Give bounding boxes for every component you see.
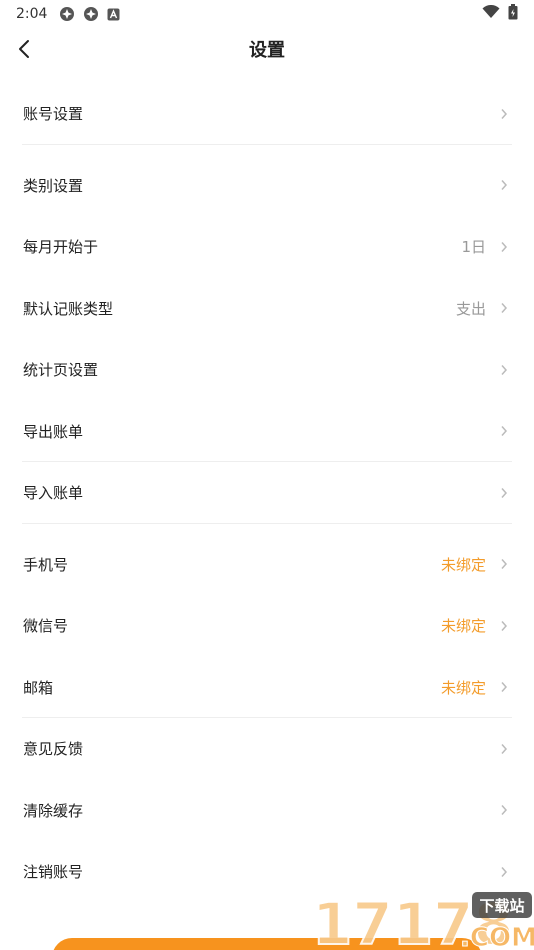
wifi-icon: [482, 4, 500, 23]
chevron-right-icon: [500, 108, 508, 120]
divider: [22, 522, 512, 524]
site-watermark-logo: 17178 下载站 .COM: [311, 889, 534, 950]
settings-item-label: 微信号: [23, 617, 69, 636]
email-binding-status: 未绑定: [440, 678, 486, 697]
default-type-value: 支出: [455, 299, 486, 318]
settings-item-label: 导出账单: [23, 422, 84, 441]
app-header: 设置: [0, 28, 534, 70]
settings-item-label: 清除缓存: [23, 801, 84, 820]
notification-app-icon: [59, 6, 75, 22]
settings-item-email[interactable]: 邮箱 未绑定: [0, 657, 534, 718]
settings-item-label: 导入账单: [23, 484, 84, 503]
settings-item-export[interactable]: 导出账单: [0, 401, 534, 462]
battery-icon: [508, 4, 518, 24]
settings-item-feedback[interactable]: 意见反馈: [0, 718, 534, 780]
settings-item-month-start[interactable]: 每月开始于 1日: [0, 216, 534, 278]
chevron-right-icon: [500, 866, 508, 878]
settings-item-category[interactable]: 类别设置: [0, 155, 534, 217]
settings-item-label: 类别设置: [23, 176, 84, 195]
settings-item-label: 默认记账类型: [23, 299, 114, 318]
chevron-right-icon: [500, 364, 508, 376]
settings-item-clear-cache[interactable]: 清除缓存: [0, 780, 534, 842]
chevron-right-icon: [500, 302, 508, 314]
notification-app-icon: [83, 6, 99, 22]
status-right-icons: [482, 4, 518, 24]
settings-item-label: 注销账号: [23, 863, 84, 882]
settings-item-label: 每月开始于: [23, 238, 99, 257]
chevron-right-icon: [500, 804, 508, 816]
settings-item-account[interactable]: 账号设置: [0, 83, 534, 145]
status-time: 2:04: [16, 6, 48, 22]
settings-list: 账号设置 类别设置 每月开始于 1日 默认记账类型 支出 统计页设置 导出账单: [0, 83, 534, 903]
chevron-right-icon: [500, 487, 508, 499]
divider: [22, 143, 512, 145]
svg-text:下载站: 下载站: [479, 897, 524, 915]
settings-item-phone[interactable]: 手机号 未绑定: [0, 534, 534, 596]
settings-item-default-type[interactable]: 默认记账类型 支出: [0, 278, 534, 340]
settings-item-label: 统计页设置: [23, 361, 99, 380]
settings-item-import[interactable]: 导入账单: [0, 462, 534, 524]
chevron-right-icon: [500, 620, 508, 632]
phone-binding-status: 未绑定: [440, 555, 486, 574]
svg-text:.COM: .COM: [460, 923, 534, 950]
settings-item-label: 邮箱: [23, 678, 54, 697]
settings-item-label: 账号设置: [23, 105, 84, 124]
chevron-right-icon: [500, 681, 508, 693]
back-arrow-icon: [19, 40, 29, 58]
settings-item-wechat[interactable]: 微信号 未绑定: [0, 595, 534, 657]
settings-item-label: 意见反馈: [23, 740, 84, 759]
settings-item-label: 手机号: [23, 555, 69, 574]
back-button[interactable]: [6, 28, 42, 70]
chevron-right-icon: [500, 558, 508, 570]
status-bar: 2:04: [0, 0, 534, 28]
wechat-binding-status: 未绑定: [440, 617, 486, 636]
keyboard-a-icon: [107, 8, 120, 21]
chevron-right-icon: [500, 743, 508, 755]
settings-item-statistics[interactable]: 统计页设置: [0, 339, 534, 401]
chevron-right-icon: [500, 425, 508, 437]
chevron-right-icon: [500, 241, 508, 253]
settings-screen: 2:04 设置 账号设置 类别设置 每月开始于 1日 默认记账类型 支出 统计页…: [0, 0, 534, 950]
page-title: 设置: [249, 40, 285, 61]
month-start-value: 1日: [461, 238, 486, 257]
chevron-right-icon: [500, 179, 508, 191]
